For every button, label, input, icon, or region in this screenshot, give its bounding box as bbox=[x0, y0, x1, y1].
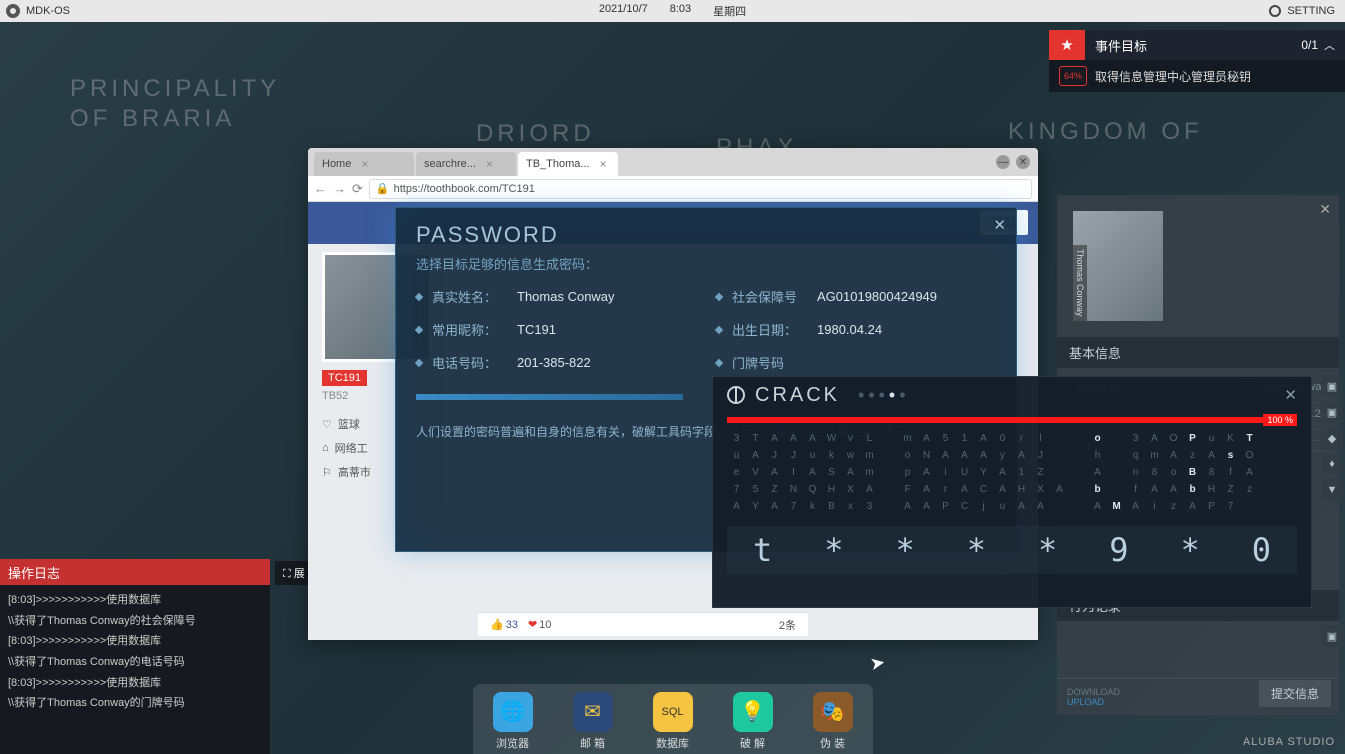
map-label: DRIORD bbox=[476, 120, 595, 148]
gear-icon bbox=[1269, 5, 1281, 17]
cursor-icon: ➤ bbox=[868, 652, 887, 675]
comment-count: 2条 bbox=[779, 617, 796, 633]
tab-tb[interactable]: TB_Thoma...× bbox=[518, 152, 618, 176]
password-progress-bar bbox=[416, 394, 683, 400]
pw-field-name[interactable]: 真实姓名：Thomas Conway bbox=[416, 287, 696, 306]
log-header: 操作日志 bbox=[0, 559, 270, 585]
password-subtitle: 选择目标足够的信息生成密码： bbox=[416, 254, 996, 273]
tab-close-icon[interactable]: × bbox=[486, 157, 493, 171]
dock-mail[interactable]: ✉邮 箱 bbox=[573, 692, 613, 751]
objective-progress: 64% bbox=[1059, 66, 1087, 86]
weekday-label: 星期四 bbox=[713, 3, 746, 19]
minimize-icon[interactable]: — bbox=[996, 155, 1010, 169]
objective-panel: ★ 事件目标 0/1 ︿ 64% 取得信息管理中心管理员秘钥 bbox=[1049, 30, 1345, 92]
side-icon[interactable]: ▣ bbox=[1321, 401, 1343, 423]
side-icon[interactable]: ▣ bbox=[1321, 375, 1343, 397]
tab-close-icon[interactable]: × bbox=[361, 157, 368, 171]
close-icon[interactable]: ✕ bbox=[1284, 386, 1297, 404]
objective-title: 事件目标 bbox=[1095, 36, 1147, 55]
info-side-icons: ▣ ▣ ◆ ♦ ▼ ▣ bbox=[1321, 375, 1345, 647]
settings-button[interactable]: SETTING bbox=[1287, 5, 1335, 17]
crack-dots: ••••• bbox=[858, 385, 910, 406]
crack-output: t****9*0 bbox=[727, 526, 1297, 574]
like-icon[interactable]: 👍 bbox=[490, 618, 504, 631]
pw-field-phone[interactable]: 电话号码：201-385-822 bbox=[416, 353, 696, 372]
chevron-up-icon[interactable]: ︿ bbox=[1324, 37, 1335, 53]
log-panel: 操作日志 [8:03]>>>>>>>>>>>使用数据库\\获得了Thomas C… bbox=[0, 559, 270, 754]
crack-progress-pct: 100 % bbox=[1263, 414, 1297, 426]
forward-icon[interactable]: → bbox=[333, 181, 346, 196]
map-label: KINGDOM OF bbox=[1008, 118, 1203, 146]
star-icon: ★ bbox=[1049, 30, 1085, 60]
info-upload-label: UPLOAD bbox=[1067, 697, 1104, 707]
back-icon[interactable]: ← bbox=[314, 181, 327, 196]
dock-fake[interactable]: 🎭伪 装 bbox=[813, 692, 853, 751]
side-icon[interactable]: ♦ bbox=[1321, 453, 1343, 475]
side-icon[interactable]: ▼ bbox=[1321, 479, 1343, 501]
crack-title: CRACK bbox=[755, 384, 840, 407]
lock-icon: 🔒 bbox=[376, 182, 390, 195]
dock-crack[interactable]: 💡破 解 bbox=[733, 692, 773, 751]
system-topbar: MDK-OS 2021/10/7 8:03 星期四 SETTING bbox=[0, 0, 1345, 22]
crack-progress: 100 % bbox=[727, 417, 1297, 423]
objective-text: 取得信息管理中心管理员秘钥 bbox=[1095, 68, 1251, 85]
pw-field-dob[interactable]: 出生日期：1980.04.24 bbox=[716, 320, 996, 339]
url-input[interactable]: 🔒https://toothbook.com/TC191 bbox=[369, 179, 1032, 199]
close-icon[interactable]: ✕ bbox=[1319, 201, 1331, 218]
objective-header[interactable]: ★ 事件目标 0/1 ︿ bbox=[1049, 30, 1345, 60]
pw-field-door[interactable]: 门牌号码 bbox=[716, 353, 996, 372]
time-label: 8:03 bbox=[670, 3, 691, 19]
browser-tab-strip: Home× searchre...× TB_Thoma...× — ✕ bbox=[308, 148, 1038, 176]
info-section-basic: 基本信息 bbox=[1057, 337, 1339, 368]
map-label: PRINCIPALITY bbox=[70, 75, 280, 103]
pw-field-nick[interactable]: 常用昵称：TC191 bbox=[416, 320, 696, 339]
heart-icon[interactable]: ❤ bbox=[528, 618, 537, 631]
objective-count: 0/1 bbox=[1301, 38, 1318, 52]
heart-count: 10 bbox=[539, 619, 551, 631]
close-icon[interactable]: ✕ bbox=[1016, 155, 1030, 169]
dock: 🌐浏览器 ✉邮 箱 SQL数据库 💡破 解 🎭伪 装 bbox=[473, 684, 873, 754]
os-name: MDK-OS bbox=[26, 5, 70, 17]
globe-icon bbox=[727, 386, 745, 404]
crack-window: CRACK ••••• ✕ 100 % 3TAAAWvLmA51A0rlo3AO… bbox=[712, 376, 1312, 608]
dock-browser[interactable]: 🌐浏览器 bbox=[493, 692, 533, 751]
address-bar: ← → ⟳ 🔒https://toothbook.com/TC191 bbox=[308, 176, 1038, 202]
target-avatar: Thomas Conway bbox=[1073, 211, 1163, 321]
dock-db[interactable]: SQL数据库 bbox=[653, 692, 693, 751]
log-body: [8:03]>>>>>>>>>>>使用数据库\\获得了Thomas Conway… bbox=[0, 585, 270, 721]
studio-credit: ALUBA STUDIO bbox=[1243, 736, 1335, 748]
like-count: 33 bbox=[506, 619, 518, 631]
objective-item[interactable]: 64% 取得信息管理中心管理员秘钥 bbox=[1049, 60, 1345, 92]
side-icon[interactable]: ▣ bbox=[1321, 625, 1343, 647]
side-icon[interactable]: ◆ bbox=[1321, 427, 1343, 449]
profile-name-tag: TC191 bbox=[322, 370, 367, 386]
map-label: OF BRARIA bbox=[70, 105, 235, 133]
password-title: PASSWORD bbox=[416, 222, 996, 248]
crack-matrix: 3TAAAWvLmA51A0rlo3AOPuKTuAJJukwmoNAAAyAJ… bbox=[727, 433, 1297, 518]
submit-info-button[interactable]: 提交信息 bbox=[1259, 680, 1331, 707]
avatar-name-tag: Thomas Conway bbox=[1073, 245, 1087, 321]
reload-icon[interactable]: ⟳ bbox=[352, 181, 363, 197]
tab-close-icon[interactable]: × bbox=[600, 157, 607, 171]
info-download-label: DOWNLOAD bbox=[1067, 687, 1120, 697]
close-icon[interactable]: ✕ bbox=[993, 216, 1006, 234]
tab-search[interactable]: searchre...× bbox=[416, 152, 516, 176]
pw-field-ssn[interactable]: 社会保障号AG01019800424949 bbox=[716, 287, 996, 306]
date-label: 2021/10/7 bbox=[599, 3, 648, 19]
tab-home[interactable]: Home× bbox=[314, 152, 414, 176]
os-icon bbox=[6, 4, 20, 18]
